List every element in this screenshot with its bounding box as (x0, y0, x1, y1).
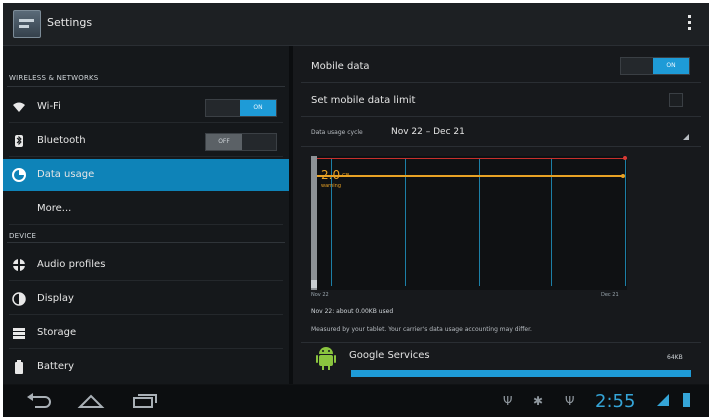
action-bar-title: Settings (47, 16, 93, 29)
warning-line[interactable] (317, 175, 623, 177)
recent-apps-icon[interactable] (131, 391, 159, 411)
data-usage-icon (12, 168, 26, 182)
more-vert-icon[interactable] (687, 15, 693, 35)
chart-scrollbar[interactable] (311, 156, 317, 290)
bluetooth-icon (12, 134, 26, 148)
section-divider (7, 86, 285, 87)
row-divider (301, 116, 701, 117)
row-divider (301, 342, 701, 343)
sidebar-item-wifi[interactable]: Wi-Fi ON (3, 91, 289, 123)
toggle-state: ON (653, 58, 689, 74)
chart-scroll-thumb[interactable] (311, 280, 317, 288)
app-data-size: 64KB (667, 354, 683, 361)
action-bar: Settings (3, 3, 709, 46)
chart-tick-end: Dec 21 (601, 292, 619, 298)
home-icon[interactable] (77, 391, 105, 411)
cycle-label: Data usage cycle (311, 129, 363, 136)
toggle-state: ON (240, 100, 276, 116)
bluetooth-toggle[interactable]: OFF (205, 133, 277, 151)
toggle-state: OFF (206, 134, 242, 150)
data-usage-detail: Mobile data ON Set mobile data limit Dat… (293, 46, 709, 384)
warning-label: warning (321, 183, 342, 189)
chart-tick-start: Nov 22 (311, 292, 329, 298)
sidebar-item-storage[interactable]: Storage (3, 317, 289, 349)
android-icon (316, 346, 336, 370)
sidebar-item-data-usage[interactable]: Data usage (3, 159, 289, 191)
cycle-spinner[interactable]: Nov 22 – Dec 21 (391, 127, 465, 137)
app-usage-fill (351, 370, 691, 377)
usb-debug-icon: Ψ (565, 394, 575, 408)
warning-handle[interactable] (621, 174, 625, 178)
usage-summary: Nov 22: about 0.00KB used (311, 308, 394, 315)
sidebar-item-label: More... (37, 203, 72, 214)
sidebar-item-display[interactable]: Display (3, 283, 289, 315)
system-bar: Ψ ✱ Ψ 2:55 (3, 385, 709, 417)
sidebar-item-label: Display (37, 293, 74, 304)
wifi-toggle[interactable]: ON (205, 99, 277, 117)
debug-android-icon: ✱ (533, 394, 544, 408)
battery-icon (12, 360, 26, 374)
settings-sidebar: WIRELESS & NETWORKS Wi-Fi ON Bluetooth O… (3, 46, 289, 384)
usb-icon: Ψ (503, 394, 513, 408)
section-header-wireless: WIRELESS & NETWORKS (9, 74, 99, 82)
sidebar-item-more[interactable]: More... (3, 193, 289, 225)
section-header-device: DEVICE (9, 232, 37, 240)
status-clock: 2:55 (595, 391, 636, 412)
tablet-screen: Settings WIRELESS & NETWORKS Wi-Fi ON Bl… (3, 3, 709, 417)
sidebar-item-label: Wi-Fi (37, 101, 61, 112)
limit-value: 2.0 (321, 168, 341, 182)
usage-disclaimer: Measured by your tablet. Your carrier's … (311, 326, 532, 333)
sidebar-item-label: Storage (37, 327, 77, 338)
row-divider (301, 82, 701, 83)
spinner-arrow-icon (683, 134, 689, 140)
sidebar-item-label: Battery (37, 361, 75, 372)
limit-unit: GB (342, 173, 350, 179)
sidebar-item-label: Data usage (37, 169, 95, 180)
mobile-data-label: Mobile data (311, 61, 370, 72)
mobile-data-toggle[interactable]: ON (620, 57, 690, 75)
audio-profiles-icon (12, 258, 26, 272)
limit-line[interactable] (317, 158, 627, 159)
sidebar-item-audio-profiles[interactable]: Audio profiles (3, 249, 289, 281)
app-usage-bar (351, 370, 691, 377)
back-icon[interactable] (25, 391, 53, 411)
limit-handle[interactable] (623, 156, 627, 160)
storage-icon (12, 326, 26, 340)
settings-app-icon[interactable] (13, 10, 41, 38)
data-usage-chart[interactable]: 2.0 GB warning (311, 156, 627, 290)
set-limit-label: Set mobile data limit (311, 95, 416, 106)
sidebar-item-label: Bluetooth (37, 135, 86, 146)
sidebar-item-battery[interactable]: Battery (3, 351, 289, 383)
sidebar-item-label: Audio profiles (37, 259, 106, 270)
wifi-icon (12, 100, 26, 114)
app-name: Google Services (349, 350, 430, 361)
wifi-signal-icon (657, 394, 669, 406)
battery-status-icon (683, 393, 690, 407)
display-icon (12, 292, 26, 306)
set-limit-checkbox[interactable] (669, 93, 683, 107)
sidebar-item-bluetooth[interactable]: Bluetooth OFF (3, 125, 289, 157)
row-divider (301, 146, 701, 147)
section-divider (7, 242, 285, 243)
